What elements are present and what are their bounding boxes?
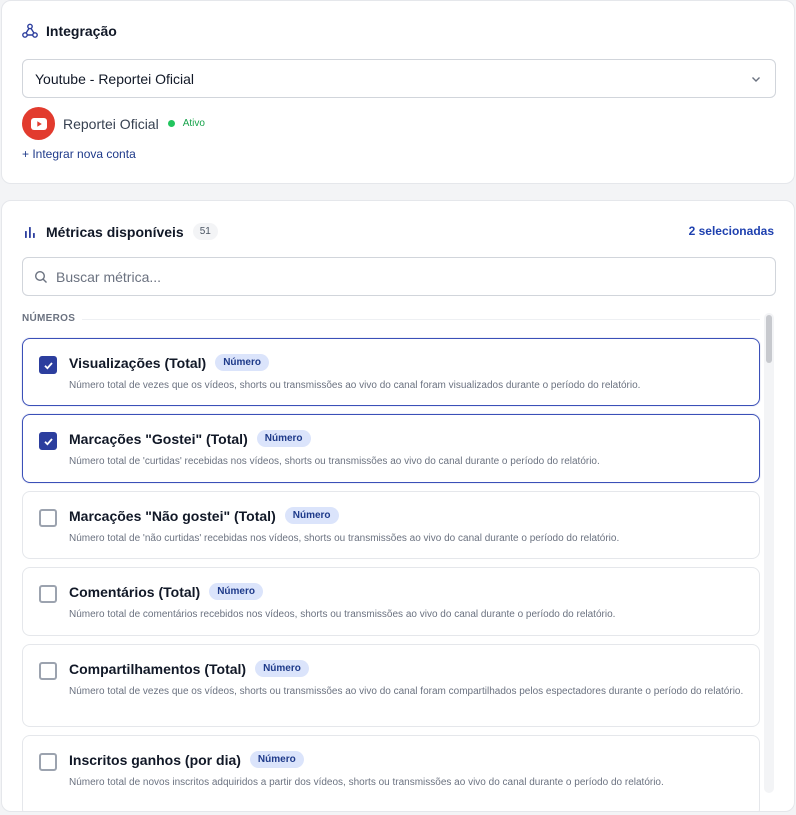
metric-type-badge: Número [215, 354, 269, 371]
metric-item[interactable]: Compartilhamentos (Total) Número Número to… [22, 644, 760, 727]
metric-title: Inscritos ganhos (por dia) [69, 751, 241, 768]
metric-title: Marcações "Gostei" (Total) [69, 430, 248, 447]
metric-description: Número total de vezes que os vídeos, sho… [69, 686, 744, 697]
metric-description: Número total de comentários recebidos no… [69, 609, 616, 620]
metric-title-row: Marcações "Gostei" (Total) Número [69, 430, 311, 447]
metric-title-row: Visualizações (Total) Número [69, 354, 269, 371]
metric-type-badge: Número [255, 660, 309, 677]
metric-title: Comentários (Total) [69, 583, 201, 600]
metrics-card: Métricas disponíveis 51 2 selecionadas N… [1, 200, 795, 812]
metric-title: Compartilhamentos (Total) [69, 660, 247, 677]
metric-description: Número total de vezes que os vídeos, sho… [69, 380, 641, 391]
metric-type-badge: Número [209, 583, 263, 600]
integration-select-value: Youtube - Reportei Oficial [35, 70, 195, 87]
search-field[interactable] [22, 257, 776, 296]
status-badge: Ativo [182, 118, 205, 129]
integration-network-icon [22, 23, 38, 39]
metrics-count-badge: 51 [192, 223, 218, 240]
integration-card: Integração Youtube - Reportei Oficial Re… [1, 0, 795, 184]
integration-title: Integração [46, 23, 117, 39]
metric-item[interactable]: Visualizações (Total) Número Número total … [22, 338, 760, 406]
metric-type-badge: Número [249, 751, 304, 768]
scrollbar[interactable] [764, 313, 774, 793]
chevron-down-icon [749, 72, 763, 86]
metric-item[interactable]: Marcações "Gostei" (Total) Número Número t… [22, 414, 760, 483]
search-input[interactable] [56, 258, 775, 295]
scrollbar-thumb[interactable] [766, 315, 772, 363]
metric-title: Visualizações (Total) [69, 354, 207, 371]
metric-item[interactable]: Marcações "Não gostei" (Total) Número Núme… [22, 491, 760, 559]
bar-chart-icon [22, 224, 38, 240]
metric-title: Marcações "Não gostei" (Total) [69, 507, 276, 524]
account-name: Reportei Oficial [63, 115, 159, 132]
search-icon [34, 270, 56, 284]
metric-item[interactable]: Inscritos ganhos (por dia) Número Número t… [22, 735, 760, 811]
account-row: Reportei Oficial Ativo [22, 107, 205, 140]
group-label: NÚMEROS [22, 313, 76, 324]
add-account-link[interactable]: + Integrar nova conta [22, 147, 136, 161]
metric-title-row: Compartilhamentos (Total) Número [69, 660, 309, 677]
check-icon [43, 361, 53, 370]
metric-checkbox[interactable] [39, 432, 57, 450]
metrics-header: Métricas disponíveis 51 [22, 223, 218, 240]
metric-title-row: Inscritos ganhos (por dia) Número [69, 751, 304, 768]
metric-checkbox[interactable] [39, 509, 57, 527]
metric-description: Número total de novos inscritos adquirid… [69, 777, 664, 788]
metric-checkbox[interactable] [39, 662, 57, 680]
metric-type-badge: Número [284, 507, 339, 524]
youtube-icon [22, 107, 55, 140]
metrics-title: Métricas disponíveis [46, 223, 184, 240]
metric-type-badge: Número [256, 430, 311, 447]
metric-checkbox[interactable] [39, 585, 57, 603]
metric-checkbox[interactable] [39, 356, 57, 374]
metric-description: Número total de 'curtidas' recebidas nos… [69, 456, 600, 467]
integration-header: Integração [22, 23, 117, 39]
metric-description: Número total de 'não curtidas' recebidas… [69, 533, 620, 544]
status-dot [167, 120, 175, 127]
metric-item[interactable]: Comentários (Total) Número Número total de… [22, 567, 760, 636]
selected-count[interactable]: 2 selecionadas [689, 224, 774, 238]
metric-title-row: Marcações "Não gostei" (Total) Número [69, 507, 339, 524]
metric-checkbox[interactable] [39, 753, 57, 771]
integration-select[interactable]: Youtube - Reportei Oficial [22, 59, 776, 98]
group-divider [82, 319, 760, 320]
metric-title-row: Comentários (Total) Número [69, 583, 263, 600]
check-icon [43, 437, 53, 446]
